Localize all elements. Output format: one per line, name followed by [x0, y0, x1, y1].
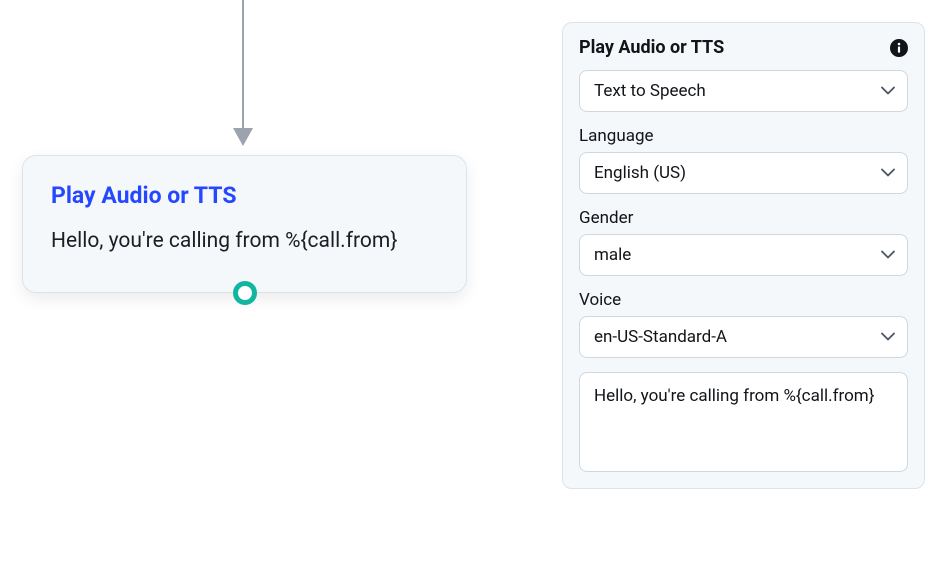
- node-body-text: Hello, you're calling from %{call.from}: [51, 227, 438, 256]
- panel-header: Play Audio or TTS: [579, 37, 908, 58]
- voice-select[interactable]: en-US-Standard-A: [579, 316, 908, 358]
- flow-canvas: Play Audio or TTS Hello, you're calling …: [0, 0, 560, 565]
- panel-title: Play Audio or TTS: [579, 37, 724, 58]
- chevron-down-icon: [881, 169, 895, 178]
- language-select[interactable]: English (US): [579, 152, 908, 194]
- connector-arrowhead: [233, 128, 253, 146]
- properties-panel: Play Audio or TTS Text to Speech Languag…: [562, 22, 925, 489]
- language-label: Language: [579, 126, 908, 146]
- chevron-down-icon: [881, 251, 895, 260]
- language-select-value: English (US): [594, 163, 686, 183]
- voice-select-value: en-US-Standard-A: [594, 327, 727, 347]
- connector-line: [242, 0, 244, 138]
- gender-label: Gender: [579, 208, 908, 228]
- node-output-port[interactable]: [233, 281, 257, 305]
- voice-label: Voice: [579, 290, 908, 310]
- info-icon[interactable]: [890, 39, 908, 57]
- gender-select[interactable]: male: [579, 234, 908, 276]
- chevron-down-icon: [881, 333, 895, 342]
- chevron-down-icon: [881, 87, 895, 96]
- mode-select-value: Text to Speech: [594, 81, 706, 101]
- node-play-audio-or-tts[interactable]: Play Audio or TTS Hello, you're calling …: [22, 155, 467, 293]
- tts-text-input[interactable]: Hello, you're calling from %{call.from}: [579, 372, 908, 472]
- gender-select-value: male: [594, 245, 631, 265]
- mode-select[interactable]: Text to Speech: [579, 70, 908, 112]
- node-title: Play Audio or TTS: [51, 182, 438, 209]
